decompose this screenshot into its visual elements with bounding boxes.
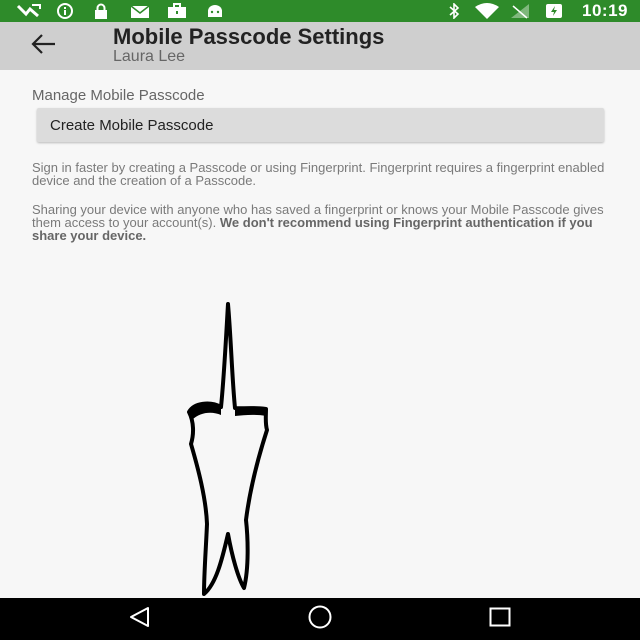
battery-charging-icon bbox=[545, 3, 563, 19]
create-passcode-button[interactable]: Create Mobile Passcode bbox=[37, 108, 604, 142]
status-bar: 10:19 bbox=[0, 0, 640, 22]
nav-recents-button[interactable] bbox=[470, 598, 530, 640]
app-bar: Mobile Passcode Settings Laura Lee bbox=[0, 22, 640, 70]
page-title: Mobile Passcode Settings bbox=[113, 24, 385, 49]
info-text-passcode: Sign in faster by creating a Passcode or… bbox=[32, 160, 605, 188]
back-button[interactable] bbox=[24, 30, 64, 62]
section-label: Manage Mobile Passcode bbox=[32, 87, 205, 104]
arrow-left-icon bbox=[31, 33, 57, 59]
lock-icon bbox=[93, 3, 109, 19]
recents-square-icon bbox=[488, 606, 512, 633]
missed-call-icon bbox=[16, 3, 42, 19]
wifi-icon bbox=[474, 3, 500, 19]
envelope-icon bbox=[130, 3, 150, 19]
info-icon bbox=[57, 3, 73, 19]
status-time: 10:19 bbox=[582, 1, 628, 20]
info-text-sharing: Sharing your device with anyone who has … bbox=[32, 203, 612, 242]
nav-back-button[interactable] bbox=[110, 598, 170, 640]
bluetooth-icon bbox=[448, 3, 460, 19]
back-triangle-icon bbox=[128, 606, 152, 633]
nav-home-button[interactable] bbox=[290, 598, 350, 640]
no-signal-icon bbox=[510, 3, 530, 19]
nav-bar bbox=[0, 598, 640, 640]
page-subtitle: Laura Lee bbox=[113, 48, 186, 65]
sketch-graphic bbox=[180, 298, 280, 600]
briefcase-icon bbox=[167, 3, 187, 19]
home-circle-icon bbox=[307, 604, 333, 635]
android-icon bbox=[206, 3, 224, 19]
